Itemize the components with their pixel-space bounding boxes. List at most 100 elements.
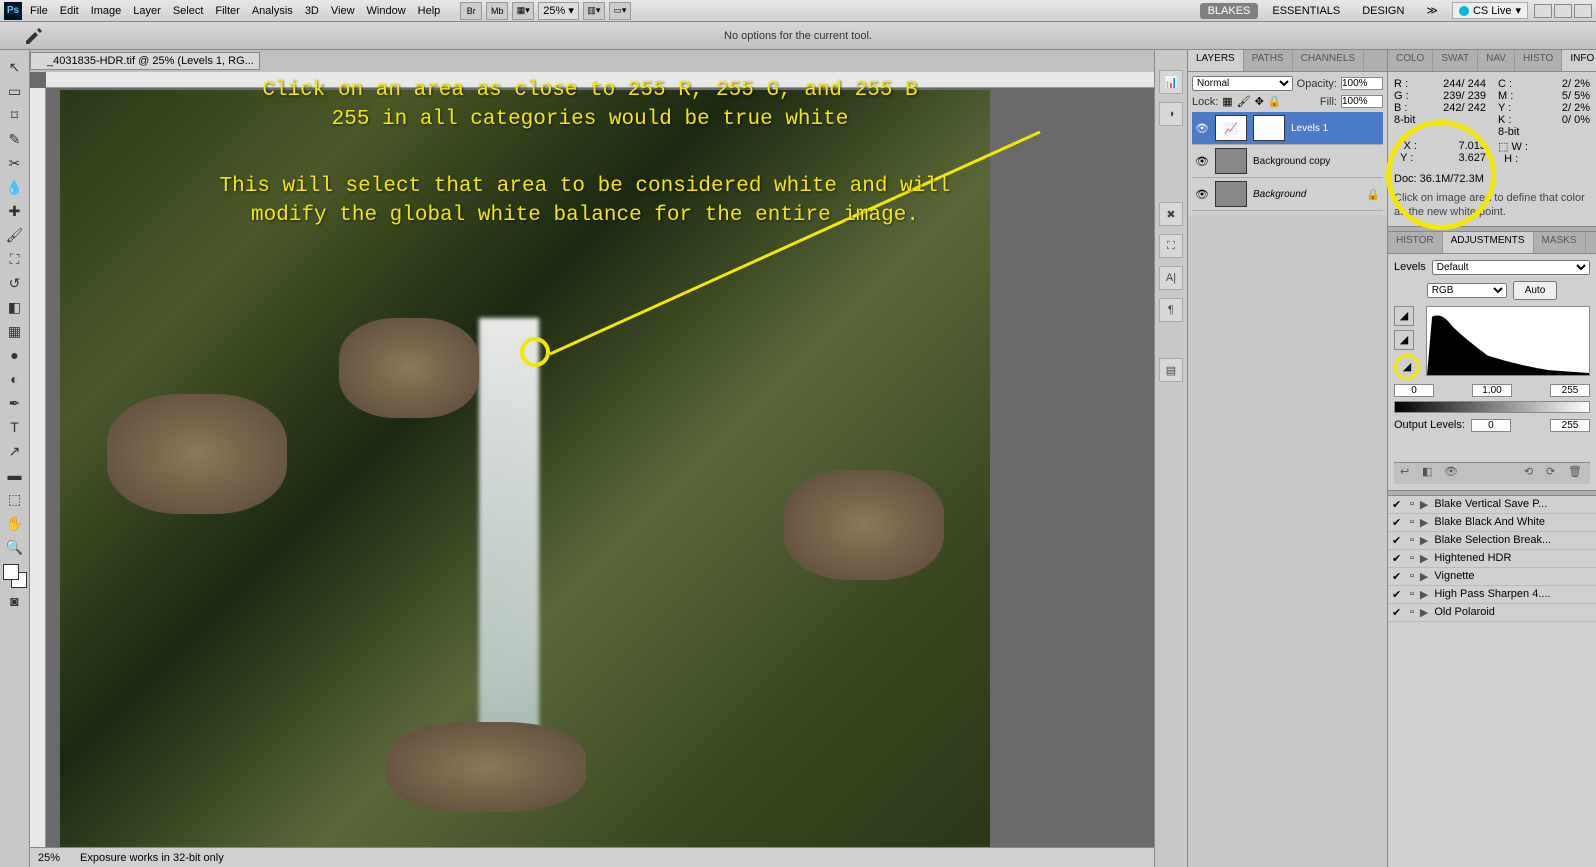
3d-tool[interactable]: ⬚ [3, 488, 27, 510]
arrange-icon[interactable]: ▥▾ [583, 2, 605, 20]
layer-levels1[interactable]: 👁 📈 Levels 1 [1192, 112, 1383, 145]
action-row[interactable]: ✔▫▶Old Polaroid [1388, 604, 1596, 622]
fg-color[interactable] [3, 564, 19, 580]
hand-tool[interactable]: ✋ [3, 512, 27, 534]
adj-channel-select[interactable]: RGB [1427, 283, 1507, 298]
menu-help[interactable]: Help [418, 5, 441, 17]
action-row[interactable]: ✔▫▶Vignette [1388, 568, 1596, 586]
adjustment-icon[interactable]: ◑ [1159, 102, 1183, 126]
action-row[interactable]: ✔▫▶High Pass Sharpen 4.... [1388, 586, 1596, 604]
visibility-icon[interactable]: 👁 [1195, 188, 1209, 201]
menu-select[interactable]: Select [173, 5, 204, 17]
lock-transparent-icon[interactable]: ▦ [1222, 95, 1232, 108]
quickselect-tool[interactable]: ✎ [3, 128, 27, 150]
action-row[interactable]: ✔▫▶Blake Black And White [1388, 514, 1596, 532]
visibility-icon[interactable]: 👁 [1195, 122, 1209, 135]
layercomp-icon[interactable]: ▤ [1159, 358, 1183, 382]
window-max-icon[interactable] [1554, 4, 1572, 18]
blend-mode-select[interactable]: Normal [1192, 76, 1293, 91]
minibridge-icon[interactable]: Mb [486, 2, 508, 20]
output-gradient[interactable] [1394, 401, 1590, 413]
menu-filter[interactable]: Filter [215, 5, 239, 17]
workspace-blakes[interactable]: BLAKES [1200, 3, 1259, 19]
menu-image[interactable]: Image [91, 5, 122, 17]
canvas[interactable]: Click on an area as close to 255 R, 255 … [30, 72, 1154, 847]
tab-info[interactable]: INFO [1562, 50, 1596, 71]
tab-paths[interactable]: PATHS [1244, 50, 1293, 71]
path-tool[interactable]: ↗ [3, 440, 27, 462]
menu-edit[interactable]: Edit [60, 5, 79, 17]
workspace-more-icon[interactable]: ≫ [1418, 2, 1446, 19]
layer-mask[interactable] [1253, 115, 1285, 141]
bridge-icon[interactable]: Br [460, 2, 482, 20]
white-point-eyedropper[interactable]: ◢ [1394, 354, 1420, 380]
type-tool[interactable]: T [3, 416, 27, 438]
brush-tool[interactable]: 🖌 [3, 224, 27, 246]
doc-tab[interactable]: _4031835-HDR.tif @ 25% (Levels 1, RG... … [30, 52, 260, 70]
eraser-tool[interactable]: ◧ [3, 296, 27, 318]
menu-analysis[interactable]: Analysis [252, 5, 293, 17]
action-row[interactable]: ✔▫▶Hightened HDR [1388, 550, 1596, 568]
output-white[interactable] [1550, 419, 1590, 432]
visibility-icon[interactable]: 👁 [1195, 155, 1209, 168]
heal-tool[interactable]: ✚ [3, 200, 27, 222]
action-row[interactable]: ✔▫▶Blake Vertical Save P... [1388, 496, 1596, 514]
prev-icon[interactable]: ⟲ [1524, 465, 1540, 481]
reset-icon[interactable]: ⟳ [1546, 465, 1562, 481]
status-zoom[interactable]: 25% [38, 852, 60, 864]
return-icon[interactable]: ↩ [1400, 465, 1416, 481]
fill-input[interactable] [1341, 95, 1383, 108]
move-tool[interactable]: ↖ [3, 56, 27, 78]
stamp-tool[interactable]: ⛶ [3, 248, 27, 270]
lasso-tool[interactable]: ⌑ [3, 104, 27, 126]
color-swatches[interactable] [3, 564, 27, 588]
shape-tool[interactable]: ▬ [3, 464, 27, 486]
clip-icon[interactable]: ◧ [1422, 465, 1438, 481]
opacity-input[interactable] [1341, 77, 1383, 90]
output-black[interactable] [1471, 419, 1511, 432]
tab-layers[interactable]: LAYERS [1188, 50, 1244, 71]
eyedropper-tool[interactable]: 💧 [3, 176, 27, 198]
black-point-eyedropper[interactable]: ◢ [1394, 306, 1414, 326]
action-row[interactable]: ✔▫▶Blake Selection Break... [1388, 532, 1596, 550]
tab-swatches[interactable]: SWAT [1433, 50, 1478, 71]
view-extras-icon[interactable]: ▦▾ [512, 2, 534, 20]
lock-pixels-icon[interactable]: 🖌 [1237, 95, 1251, 108]
cslive-button[interactable]: CS Live ▾ [1452, 2, 1528, 19]
marquee-tool[interactable]: ▭ [3, 80, 27, 102]
tab-navigator[interactable]: NAV [1478, 50, 1515, 71]
adj-preset-select[interactable]: Default [1432, 260, 1590, 275]
menu-view[interactable]: View [331, 5, 355, 17]
layer-background[interactable]: 👁 Background 🔒 [1192, 178, 1383, 211]
input-black[interactable] [1394, 384, 1434, 397]
input-white[interactable] [1550, 384, 1590, 397]
delete-icon[interactable]: 🗑 [1568, 465, 1584, 481]
workspace-essentials[interactable]: ESSENTIALS [1264, 3, 1348, 19]
blur-tool[interactable]: ● [3, 344, 27, 366]
dodge-tool[interactable]: ◐ [3, 368, 27, 390]
zoom-select[interactable]: 25% ▾ [538, 2, 579, 20]
layer-bgcopy[interactable]: 👁 Background copy [1192, 145, 1383, 178]
crop-tool[interactable]: ✂ [3, 152, 27, 174]
tab-color[interactable]: COLO [1388, 50, 1433, 71]
tab-histogram[interactable]: HISTO [1515, 50, 1562, 71]
history-brush-tool[interactable]: ↺ [3, 272, 27, 294]
zoom-tool[interactable]: 🔍 [3, 536, 27, 558]
brush-panel-icon[interactable]: ✖ [1159, 202, 1183, 226]
tab-adjustments[interactable]: ADJUSTMENTS [1443, 232, 1534, 253]
tab-masks[interactable]: MASKS [1534, 232, 1586, 253]
paragraph-icon[interactable]: ¶ [1159, 298, 1183, 322]
clone-panel-icon[interactable]: ⛶ [1159, 234, 1183, 258]
window-min-icon[interactable] [1534, 4, 1552, 18]
pen-tool[interactable]: ✒ [3, 392, 27, 414]
character-icon[interactable]: A| [1159, 266, 1183, 290]
lock-all-icon[interactable]: 🔒 [1268, 95, 1282, 108]
tab-history[interactable]: HISTOR [1388, 232, 1443, 253]
screen-mode-icon[interactable]: ▭▾ [609, 2, 631, 20]
menu-window[interactable]: Window [367, 5, 406, 17]
lock-position-icon[interactable]: ✥ [1255, 95, 1264, 108]
histogram-icon[interactable]: 📊 [1159, 70, 1183, 94]
input-gamma[interactable] [1472, 384, 1512, 397]
workspace-design[interactable]: DESIGN [1354, 3, 1412, 19]
view-icon[interactable]: 👁 [1444, 465, 1460, 481]
